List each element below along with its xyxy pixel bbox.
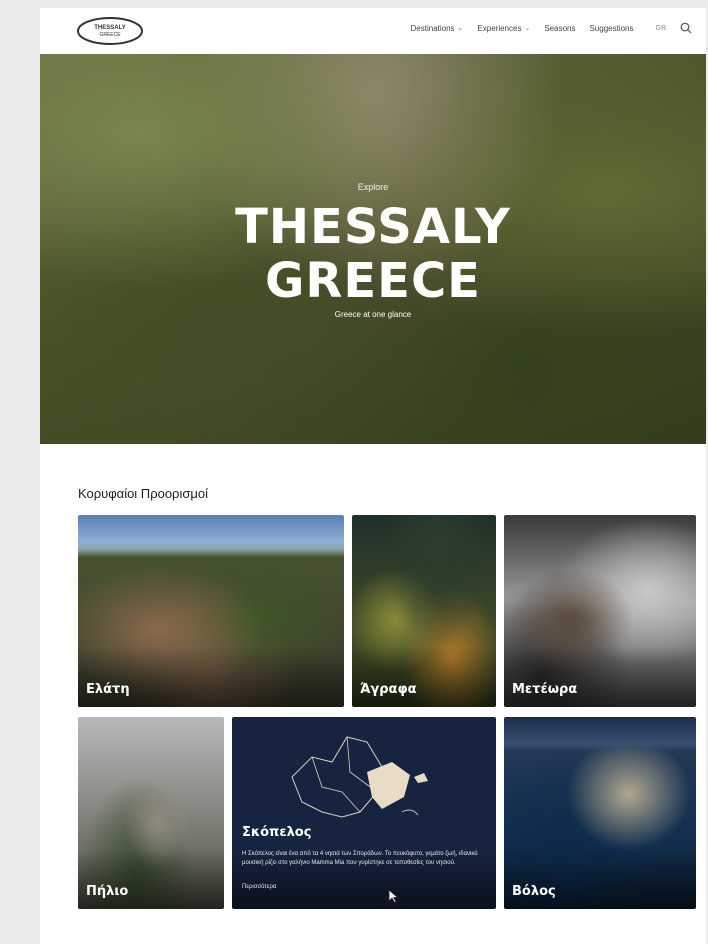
hero-eyebrow: Explore — [357, 182, 389, 192]
search-icon[interactable] — [680, 22, 692, 34]
logo-text-bottom: GREECE — [99, 32, 121, 38]
hero-subtitle: Greece at one glance — [334, 310, 412, 319]
card-label: Ελάτη — [86, 682, 130, 697]
card-label: Πήλιο — [86, 884, 129, 899]
chevron-down-icon: ⌄ — [524, 25, 531, 32]
nav-seasons-label: Seasons — [544, 23, 576, 33]
page: THESSALY GREECE Destinations ⌄ Experienc… — [40, 8, 706, 944]
destination-card-meteora[interactable]: Μετέωρα — [504, 515, 696, 707]
destination-card-skopelos[interactable]: Σκόπελος Η Σκόπελος είναι ένα από τα 4 ν… — [232, 717, 496, 909]
mouse-cursor-icon — [388, 889, 399, 903]
language-switch[interactable]: GR — [656, 25, 667, 32]
nav-suggestions-label: Suggestions — [589, 23, 634, 33]
chevron-down-icon: ⌄ — [457, 25, 464, 32]
card-label: Βόλος — [512, 884, 556, 899]
card-description: Η Σκόπελος είναι ένα από τα 4 νησιά των … — [242, 851, 478, 866]
destination-card-pilio[interactable]: Πήλιο — [78, 717, 224, 909]
skopelos-info: Σκόπελος Η Σκόπελος είναι ένα από τα 4 ν… — [242, 825, 482, 890]
site-header: THESSALY GREECE Destinations ⌄ Experienc… — [40, 8, 706, 54]
hero-title: THESSALY GREECE — [40, 200, 706, 308]
section-title: Κορυφαίοι Προορισμοί — [78, 486, 208, 501]
card-label: Μετέωρα — [512, 682, 578, 697]
hero-text: Explore THESSALY GREECE Greece at one gl… — [40, 182, 706, 319]
logo-text-top: THESSALY — [94, 25, 125, 31]
card-label: Σκόπελος — [242, 825, 312, 840]
hero-banner: Explore THESSALY GREECE Greece at one gl… — [40, 54, 706, 444]
hero-title-line1: THESSALY — [235, 199, 511, 255]
destination-card-agrafa[interactable]: Άγραφα — [352, 515, 496, 707]
hero-title-line2: GREECE — [265, 253, 481, 309]
nav-suggestions[interactable]: Suggestions — [589, 24, 633, 33]
destination-card-elati[interactable]: Ελάτη — [78, 515, 344, 707]
read-more-link[interactable]: Περισσότερα — [242, 884, 482, 890]
nav-destinations[interactable]: Destinations ⌄ — [411, 24, 464, 33]
main-nav: Destinations ⌄ Experiences ⌄ Seasons Sug… — [411, 22, 692, 34]
nav-experiences[interactable]: Experiences ⌄ — [477, 24, 530, 33]
card-label: Άγραφα — [360, 682, 417, 697]
nav-seasons[interactable]: Seasons — [544, 24, 575, 33]
nav-destinations-label: Destinations — [410, 23, 455, 33]
thessaly-logo[interactable]: THESSALY GREECE — [76, 16, 144, 46]
destination-card-volos[interactable]: Βόλος — [504, 717, 696, 909]
nav-experiences-label: Experiences — [477, 23, 522, 33]
